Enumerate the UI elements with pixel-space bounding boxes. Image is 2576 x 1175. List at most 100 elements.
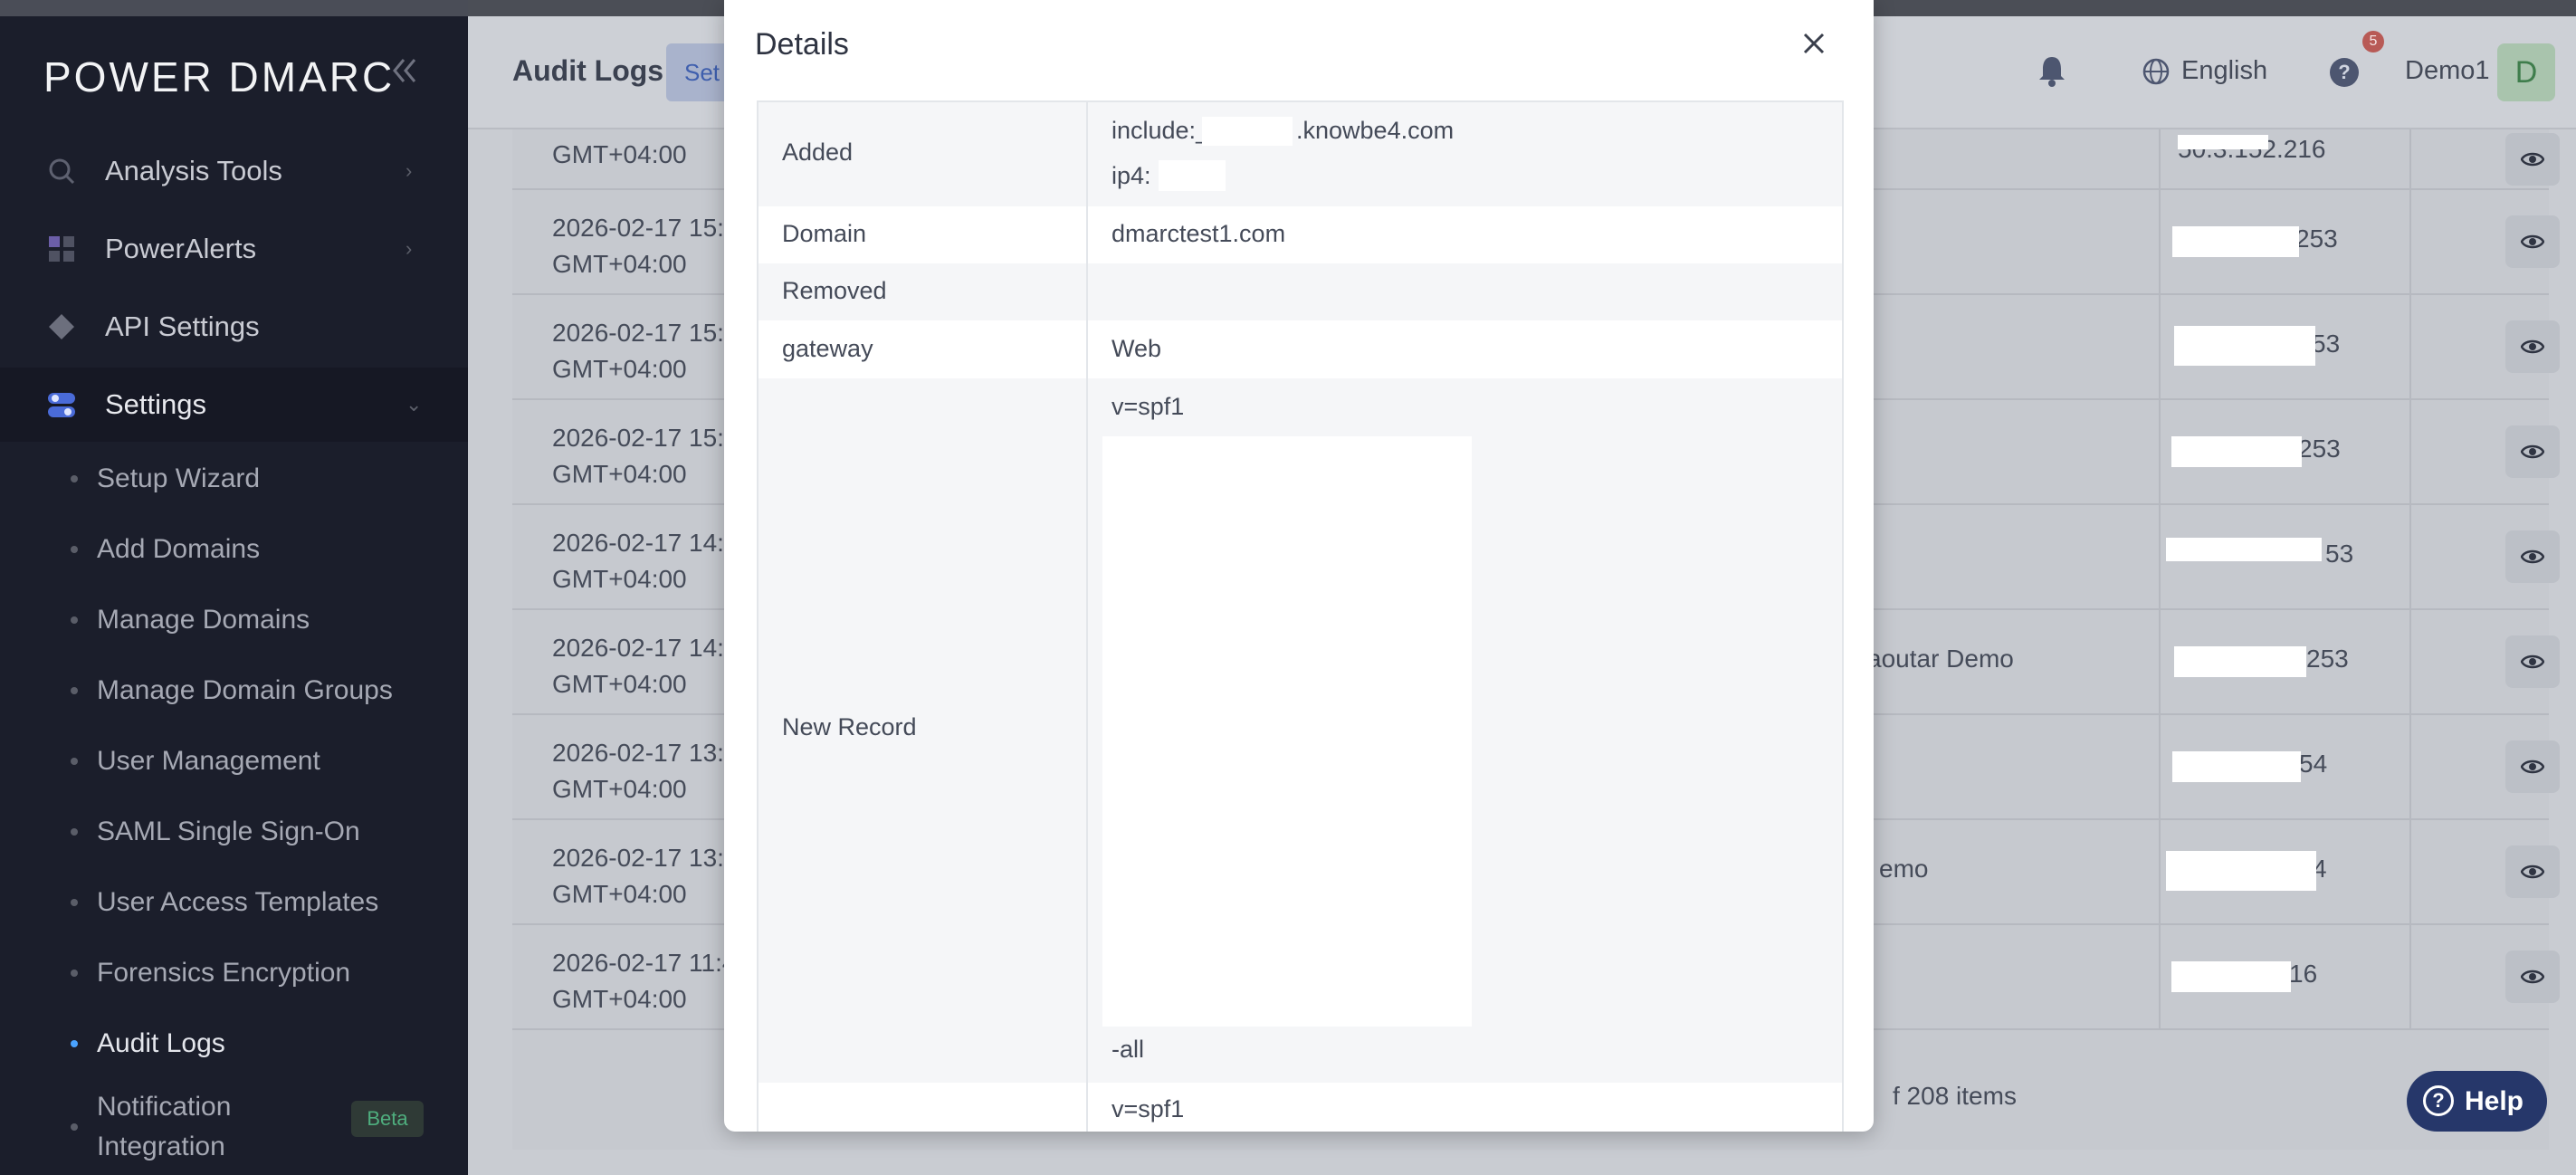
ip-text: 53	[2325, 540, 2354, 568]
logo: POWER DMARC	[43, 53, 396, 100]
sidebar-item-add-domains[interactable]: Add Domains	[0, 517, 468, 582]
view-details-button[interactable]	[2505, 530, 2560, 583]
close-icon[interactable]	[1798, 27, 1830, 60]
ip-cell: 50.3.152.216	[2178, 135, 2377, 171]
redaction-mask	[2174, 646, 2306, 677]
date-cell: GMT+04:00	[552, 137, 687, 173]
detail-key: Domain	[758, 206, 1088, 263]
sub-label: Notification Integration	[97, 1092, 232, 1161]
sidebar-item-user-management[interactable]: User Management	[0, 729, 468, 794]
date-cell: 2026-02-17 15:3 GMT+04:00	[552, 210, 739, 282]
sidebar-item-user-access-templates[interactable]: User Access Templates	[0, 870, 468, 935]
key-label: Domain	[782, 220, 867, 247]
key-label: Added	[782, 139, 854, 166]
ip-text: 253	[2295, 224, 2338, 253]
chevron-right-icon: ›	[405, 237, 413, 260]
date-value: 2026-02-17 11:4	[552, 949, 737, 977]
date-value: 2026-02-17 15:30	[552, 424, 753, 452]
nav-api-settings[interactable]: API Settings	[0, 290, 468, 364]
view-details-button[interactable]	[2505, 425, 2560, 478]
view-details-button[interactable]	[2505, 133, 2560, 186]
ip-text: 253	[2306, 645, 2349, 673]
sub-label: Add Domains	[97, 534, 261, 564]
bell-icon[interactable]	[2037, 54, 2067, 87]
sub-label: Forensics Encryption	[97, 958, 351, 988]
nav-analysis-tools[interactable]: Analysis Tools ›	[0, 134, 468, 208]
view-details-button[interactable]	[2505, 215, 2560, 268]
date-tz: GMT+04:00	[552, 355, 687, 383]
eye-icon	[2521, 339, 2544, 354]
help-widget-button[interactable]: ? Help	[2407, 1071, 2547, 1132]
detail-value: dmarctest1.com	[1088, 206, 1842, 263]
date-value: 2026-02-17 15:3	[552, 319, 739, 347]
nav-label: PowerAlerts	[105, 233, 257, 264]
grid-icon	[47, 234, 76, 263]
value-line: -all	[1111, 1036, 1145, 1063]
bullet-dot	[71, 899, 78, 906]
ip-cell: 53	[2166, 538, 2374, 576]
view-details-button[interactable]	[2505, 320, 2560, 373]
sidebar-item-setup-wizard[interactable]: Setup Wizard	[0, 446, 468, 511]
date-cell: 2026-02-17 15:30 GMT+04:00	[552, 420, 752, 492]
ip-cell: 253	[2171, 435, 2371, 471]
diamond-icon	[47, 312, 76, 341]
eye-icon	[2521, 759, 2544, 774]
sidebar-item-manage-domains[interactable]: Manage Domains	[0, 588, 468, 653]
sidebar-item-saml-sso[interactable]: SAML Single Sign-On	[0, 799, 468, 865]
redaction-mask	[2172, 226, 2299, 257]
date-tz: GMT+04:00	[552, 880, 687, 908]
help-circle-icon[interactable]: ?	[2330, 58, 2359, 87]
collapse-sidebar-icon[interactable]	[387, 54, 420, 87]
language-selector[interactable]: English	[2181, 56, 2267, 86]
redaction-mask	[2172, 751, 2301, 782]
date-tz: GMT+04:00	[552, 670, 687, 698]
question-icon: ?	[2423, 1085, 2454, 1116]
date-tz: GMT+04:00	[552, 565, 687, 593]
nav-poweralerts[interactable]: PowerAlerts ›	[0, 212, 468, 286]
ip-text: 54	[2299, 750, 2328, 778]
user-cell: aoutar Demo	[1867, 645, 2014, 673]
globe-icon[interactable]	[2142, 58, 2170, 85]
avatar[interactable]: D	[2497, 43, 2555, 101]
modal-title: Details	[755, 27, 849, 62]
help-label: Help	[2465, 1086, 2524, 1116]
details-table: Added include:_ .knowbe4.com ip4: Domain…	[757, 100, 1844, 1132]
sidebar: POWER DMARC Analysis Tools › PowerAlerts…	[0, 0, 468, 1175]
detail-row-removed: Removed	[758, 263, 1842, 320]
ip-text: 253	[2298, 435, 2341, 463]
key-label: New Record	[782, 713, 917, 740]
details-modal: Details Added include:_ .knowbe4.com ip4…	[724, 0, 1874, 1132]
ip-cell: 53	[2174, 326, 2373, 366]
sidebar-item-audit-logs[interactable]: Audit Logs	[0, 1011, 468, 1076]
detail-key: Added	[758, 102, 1088, 206]
sub-label: Audit Logs	[97, 1028, 225, 1058]
view-details-button[interactable]	[2505, 740, 2560, 793]
detail-key: gateway	[758, 320, 1088, 378]
sidebar-item-forensics-encryption[interactable]: Forensics Encryption	[0, 941, 468, 1006]
date-tz: GMT+04:00	[552, 140, 687, 168]
pagination-summary: f 208 items	[1893, 1082, 2017, 1110]
detail-row-next: v=spf1	[758, 1083, 1842, 1132]
view-details-button[interactable]	[2505, 845, 2560, 898]
date-tz: GMT+04:00	[552, 460, 687, 488]
detail-value: Web	[1088, 320, 1842, 378]
ip-cell: 253	[2172, 224, 2371, 261]
eye-icon	[2521, 234, 2544, 249]
date-tz: GMT+04:00	[552, 985, 687, 1013]
nav-settings[interactable]: Settings ⌄	[0, 368, 468, 442]
nav-label: Settings	[105, 388, 207, 420]
user-name[interactable]: Demo1	[2405, 56, 2490, 86]
sub-label: User Access Templates	[97, 887, 379, 917]
bullet-dot	[71, 616, 78, 624]
chevron-down-icon: ⌄	[405, 393, 423, 416]
redaction-mask	[1202, 117, 1293, 146]
search-icon	[47, 157, 76, 186]
view-details-button[interactable]	[2505, 635, 2560, 688]
redaction-mask	[2178, 135, 2268, 149]
view-details-button[interactable]	[2505, 951, 2560, 1003]
value-line: v=spf1	[1111, 393, 1185, 420]
sidebar-item-manage-domain-groups[interactable]: Manage Domain Groups	[0, 658, 468, 723]
date-cell: 2026-02-17 15:3 GMT+04:00	[552, 315, 739, 387]
sub-label: SAML Single Sign-On	[97, 817, 360, 846]
bullet-dot	[71, 1040, 78, 1047]
